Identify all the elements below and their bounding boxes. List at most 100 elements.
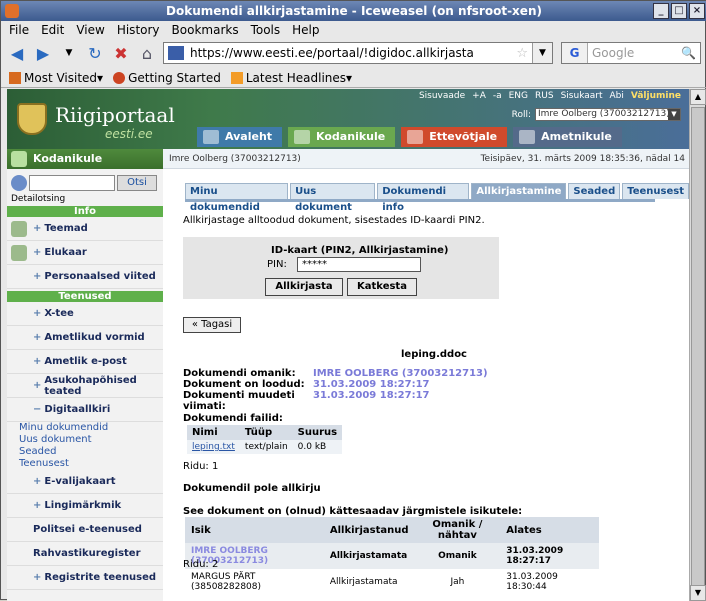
bookmark-getting-started[interactable]: Getting Started [113,71,221,85]
menu-file[interactable]: File [9,21,29,39]
collapse-icon: − [33,404,42,415]
tab-seaded[interactable]: Seaded [568,183,621,199]
estonian-crest-logo[interactable] [17,103,47,135]
sidebar-item-lingimarkmik[interactable]: + Lingimärkmik [7,494,163,518]
expand-icon: + [33,271,42,282]
reload-icon[interactable]: ↻ [85,43,105,63]
sidebar-sub-uus-dokument[interactable]: Uus dokument [7,434,163,446]
menu-tools[interactable]: Tools [251,21,281,39]
maximize-icon[interactable]: □ [671,3,687,19]
menu-edit[interactable]: Edit [41,21,64,39]
link-sisukaart[interactable]: Sisukaart [561,91,603,101]
link-sisuvaade[interactable]: Sisuvaade [419,91,465,101]
vertical-scrollbar[interactable]: ▲ ▼ [689,89,706,601]
sidebar-item-rahvastikuregister[interactable]: Rahvastikuregister [7,542,163,566]
sidebar-item-politsei[interactable]: Politsei e-teenused [7,518,163,542]
minimize-icon[interactable]: _ [653,3,669,19]
search-engine-icon[interactable]: G [562,43,588,63]
tab-uus-dokument[interactable]: Uus dokument [290,183,376,213]
link-eng[interactable]: ENG [509,91,528,101]
sidebar-item-elukaar[interactable]: + Elukaar [7,241,163,265]
table-header-row: Isik Allkirjastanud Omanik / nähtav Alat… [185,517,599,543]
sidebar-sub-teenusest[interactable]: Teenusest [7,458,163,470]
bookmark-label: Most Visited [24,70,98,85]
scroll-up-icon[interactable]: ▲ [690,89,706,105]
scroll-down-icon[interactable]: ▼ [690,585,706,601]
tab-ametnikule[interactable]: Ametnikule [513,127,622,147]
sidebar-sub-seaded[interactable]: Seaded [7,446,163,458]
sidebar: Kodanikule Otsi Detailotsing Info + Teema… [7,149,163,601]
cancel-button[interactable]: Katkesta [347,278,417,296]
sign-button[interactable]: Allkirjasta [265,278,343,296]
site-logo[interactable]: Riigiportaal [55,103,175,127]
tab-kodanikule[interactable]: Kodanikule [288,127,396,147]
role-select[interactable]: Imre Oolberg (37003212713) ▼ [535,108,681,121]
expand-icon: + [33,380,42,391]
link-rus[interactable]: RUS [535,91,554,101]
citizens-icon [11,151,27,167]
column-header: Isik [185,517,324,543]
tab-dokumendi-info[interactable]: Dokumendi info [377,183,470,213]
sidebar-item-registrite-teenused[interactable]: + Registrite teenused [7,566,163,590]
search-button[interactable]: Otsi [117,175,157,191]
sidebar-item-ametlikud-vormid[interactable]: + Ametlikud vormid [7,326,163,350]
search-bar[interactable]: G Google 🔍 [561,42,701,64]
tab-teenusest[interactable]: Teenusest [622,183,689,199]
menu-history[interactable]: History [117,21,160,39]
table-row: IMRE OOLBERG (37003212713) Allkirjastama… [185,543,599,569]
bookmark-latest-headlines[interactable]: Latest Headlines▾ [230,71,352,85]
files-title: Dokumendi failid: [183,413,283,424]
search-icon[interactable]: 🔍 [681,46,696,60]
close-icon[interactable]: × [689,3,705,19]
tab-allkirjastamine[interactable]: Allkirjastamine [471,183,567,199]
menu-view[interactable]: View [76,21,104,39]
expand-icon: + [33,332,42,343]
back-button[interactable]: « Tagasi [183,317,241,333]
sidebar-search-input[interactable] [29,175,115,191]
link-bigger-text[interactable]: +A [472,91,486,101]
table-row: leping.txt text/plain 0.0 kB [187,440,343,454]
link-smaller-text[interactable]: -a [493,91,502,101]
pin-input[interactable]: ***** [297,257,421,272]
tab-label: Avaleht [225,130,273,143]
stop-icon[interactable]: ✖ [111,43,131,63]
search-placeholder: Google [592,46,635,60]
logout-link[interactable]: Väljumine [631,91,681,101]
tab-minu-dokumendid[interactable]: Minu dokumendid [185,183,289,213]
scroll-thumb[interactable] [691,107,705,587]
tab-ettevotjale[interactable]: Ettevõtjale [401,127,508,147]
site-identity-icon[interactable] [168,46,184,60]
url-bar[interactable]: https://www.eesti.ee/portaal/!digidoc.al… [163,42,553,64]
sidebar-item-label: Digitaallkiri [44,404,111,415]
url-dropdown-icon[interactable]: ▼ [532,43,552,63]
tab-avaleht[interactable]: Avaleht [197,127,283,147]
pin-form: ID-kaart (PIN2, Allkirjastamine) PIN: **… [183,237,499,299]
bookmark-star-icon[interactable]: ☆ [516,46,528,61]
file-link[interactable]: leping.txt [187,440,240,454]
sidebar-item-e-valijakaart[interactable]: + E-valijakaart [7,470,163,494]
menu-help[interactable]: Help [292,21,319,39]
sidebar-item-personaalsed-viited[interactable]: + Personaalsed viited [7,265,163,289]
browser-window: Dokumendi allkirjastamine - Iceweasel (o… [0,0,706,601]
meta-row: Dokument on loodud: 31.03.2009 18:27:17 [183,379,488,390]
sidebar-search: Otsi [7,173,163,193]
sidebar-sub-minu-dokumendid[interactable]: Minu dokumendid [7,422,163,434]
home-icon[interactable]: ⌂ [137,43,157,63]
forward-icon[interactable]: ▶ [33,43,53,63]
link-abi[interactable]: Abi [610,91,624,101]
sidebar-item-asukohapohised-teated[interactable]: + Asukohapõhised teated [7,374,163,398]
sidebar-item-digitaallkiri[interactable]: − Digitaallkiri [7,398,163,422]
bookmark-most-visited[interactable]: Most Visited▾ [9,71,103,85]
sidebar-item-ametlik-e-post[interactable]: + Ametlik e-post [7,350,163,374]
window-titlebar: Dokumendi allkirjastamine - Iceweasel (o… [1,1,706,21]
back-icon[interactable]: ◀ [7,43,27,63]
detail-search-link[interactable]: Detailotsing [7,194,163,204]
access-table: Isik Allkirjastanud Omanik / nähtav Alat… [185,517,599,595]
sidebar-item-x-tee[interactable]: + X-tee [7,302,163,326]
sidebar-item-label: E-valijakaart [44,476,116,487]
home-tab-icon [203,130,219,144]
page-viewport: Riigiportaal eesti.ee Sisuvaade +A -a EN… [7,89,689,601]
sidebar-item-teemad[interactable]: + Teemad [7,217,163,241]
history-dropdown-icon[interactable]: ▼ [59,43,79,63]
menu-bookmarks[interactable]: Bookmarks [172,21,239,39]
